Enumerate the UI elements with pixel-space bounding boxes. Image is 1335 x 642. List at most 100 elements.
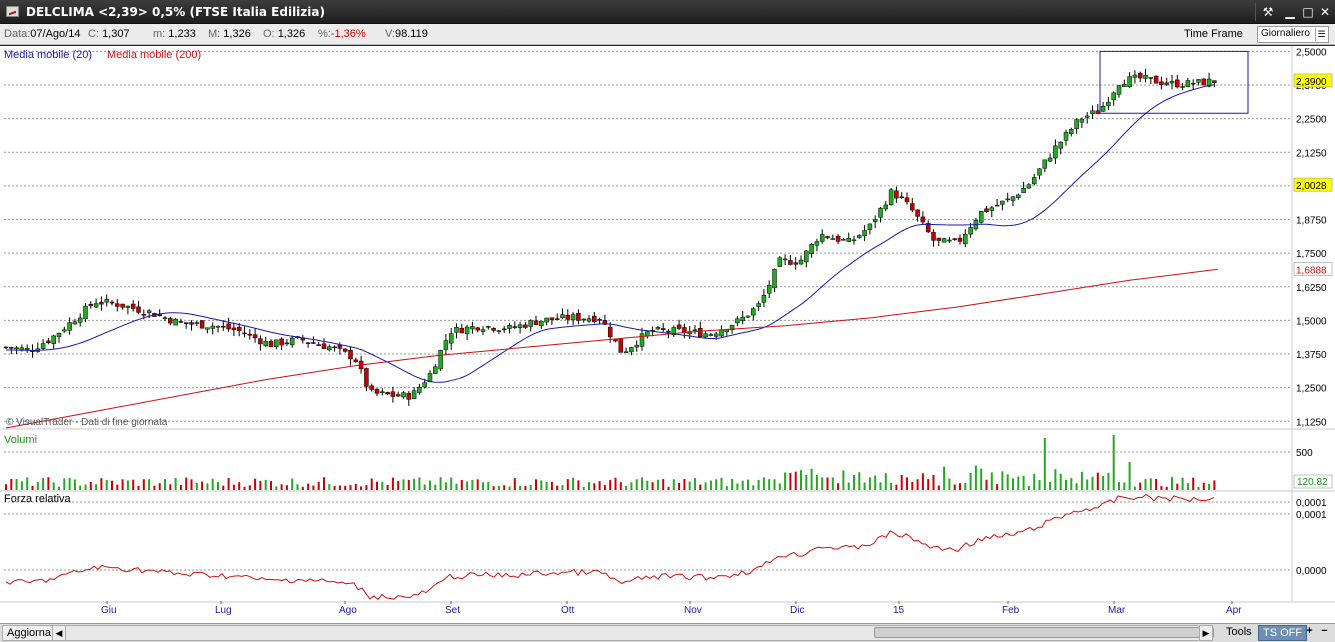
candle-body [475,327,480,331]
close-value: 1,307 [102,28,130,40]
volume-bar [720,477,723,490]
candle-body [99,301,104,305]
y-tick-label: 1,7500 [1296,249,1327,260]
divider [1255,3,1256,21]
volume-bar [338,485,341,490]
volume-bar [699,484,702,490]
volume-bar [974,465,977,490]
volume-bar [805,474,808,490]
candle-body [1169,80,1175,84]
candle-body [305,342,311,344]
candle-body [899,196,904,199]
candle-body [146,310,152,313]
ma200-value-label: 1,6888 [1296,266,1327,277]
candle-body [221,325,226,328]
volume-bar [593,483,596,490]
candle-body [777,257,783,267]
candle-body [3,346,9,349]
candle-body [1063,131,1069,141]
candle-body [841,239,846,241]
candle-body [141,314,147,316]
candle-body [1026,184,1032,189]
candle-body [549,317,555,321]
volume-bar [943,466,946,490]
tools-icon[interactable]: ⚒ [1259,4,1277,20]
volume-bar [158,483,161,490]
chart-canvas[interactable]: 2,50002,37502,25002,12502,00001,87501,75… [0,46,1335,623]
scroll-left-button[interactable]: ◀ [52,625,66,641]
candle-body [491,327,496,331]
volume-bar [678,482,681,490]
volume-bar [1075,483,1078,490]
candle-body [464,326,470,334]
volume-bar [47,477,50,490]
candle-body [427,373,433,382]
candle-body [353,359,359,362]
zoom-in-button[interactable]: + [1303,625,1316,641]
candle-body [623,351,629,353]
scroll-right-button[interactable]: ▶ [1199,625,1213,641]
candle-body [708,334,714,336]
candle-body [274,339,279,348]
volume-bar [301,486,304,490]
candle-body [46,340,51,343]
volume-bar [1065,479,1067,490]
volume-bar [1080,471,1083,490]
volume-bar [1171,477,1173,490]
volume-bar [450,477,453,490]
volume-bar [948,478,951,490]
volume-bar [529,484,532,490]
volume-bar [1086,479,1089,490]
info-bar: Data:07/Ago/14 C: 1,307 m: 1,233 M: 1,32… [0,24,1335,45]
volume-bar [460,479,463,490]
tools-button[interactable]: Tools [1222,625,1256,641]
chevron-down-icon[interactable]: ☰ [1315,28,1327,41]
candle-body [125,305,131,308]
volume-bar [323,477,325,490]
chart-area[interactable]: 2,50002,37502,25002,12502,00001,87501,75… [0,46,1335,623]
volume-bar [169,484,172,490]
minimize-button[interactable]: ▁ [1281,4,1299,20]
volume-bar [497,485,500,490]
candle-body [639,333,645,347]
volume-bar [826,477,829,490]
volume-bar [376,481,378,490]
timeframe-select[interactable]: Giornaliero ☰ [1257,26,1329,43]
volume-bar [1022,475,1025,490]
volume-bar [916,479,919,490]
candle-body [157,314,162,317]
update-button[interactable]: Aggiorna [2,625,57,641]
volume-bar [280,484,283,490]
volume-bar [211,478,214,490]
x-tick-label: Ago [339,605,357,616]
candle-body [655,327,661,330]
volume-bar [577,480,580,490]
volume-bar [254,478,257,490]
candle-body [1090,110,1095,115]
candle-body [941,238,947,243]
volume-bar [307,483,310,490]
volume-bar [863,482,866,490]
candle-body [422,382,427,388]
volume-bar [439,477,442,490]
maximize-button[interactable]: □ [1299,4,1317,20]
candle-body [279,338,284,346]
volume-bar [482,482,484,490]
candle-body [1106,101,1111,107]
volume-bar [264,479,267,490]
candle-body [226,323,231,330]
volume-bar [731,478,734,490]
volume-bar [890,483,893,490]
volume-bar [285,485,288,490]
close-button[interactable]: ✕ [1316,4,1334,20]
ts-off-button[interactable]: TS OFF [1258,625,1308,641]
zoom-out-button[interactable]: − [1318,625,1331,641]
volume-bar [148,479,151,490]
candle-body [401,392,406,398]
volume-bar [1043,438,1046,490]
volume-bar [407,479,410,490]
volume-bar [201,481,204,490]
scrollbar-thumb[interactable] [874,627,1214,638]
candle-body [1053,145,1058,159]
volume-bar [296,484,299,490]
